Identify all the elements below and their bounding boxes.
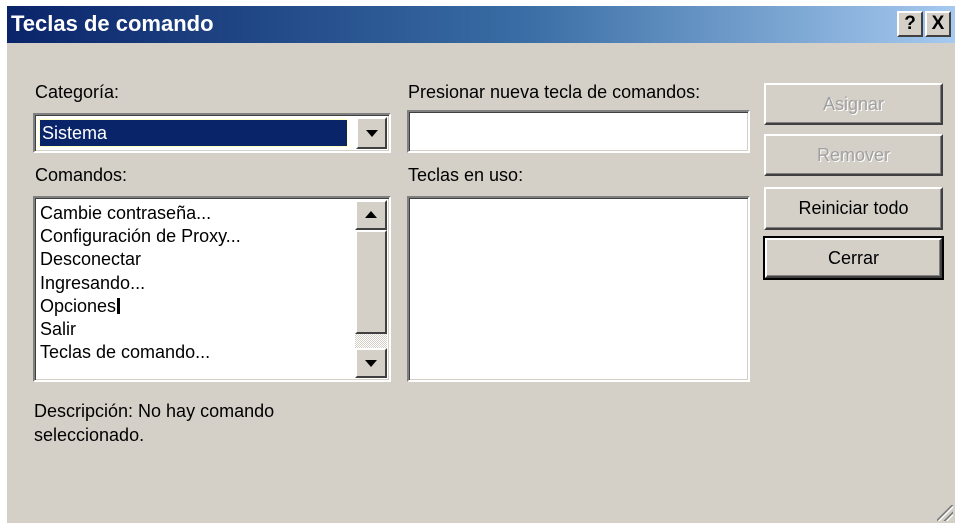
close-button[interactable]: Cerrar (763, 236, 944, 280)
commands-list[interactable]: Cambie contraseña... Configuración de Pr… (33, 196, 391, 382)
command-item-options[interactable]: Opciones (37, 295, 353, 318)
chevron-down-icon (365, 360, 377, 367)
keys-in-use-list[interactable] (407, 196, 750, 382)
window-title: Teclas de comando (11, 11, 214, 36)
close-window-button[interactable]: X (925, 11, 951, 37)
command-item-disconnect[interactable]: Desconectar (37, 248, 353, 271)
commands-scrollbar[interactable] (355, 200, 387, 378)
help-button[interactable]: ? (897, 11, 923, 37)
remove-button[interactable]: Remover (764, 134, 943, 176)
title-bar[interactable]: Teclas de comando ? X (7, 6, 955, 43)
text-cursor (117, 297, 121, 314)
command-item-exit[interactable]: Salir (37, 318, 353, 341)
commands-label: Comandos: (35, 165, 128, 185)
command-item-command-keys[interactable]: Teclas de comando... (37, 341, 353, 364)
command-item-logging-in[interactable]: Ingresando... (37, 272, 353, 295)
resize-grip[interactable] (937, 505, 953, 521)
command-item-options-label: Opciones (40, 295, 117, 316)
category-selected-value: Sistema (39, 119, 348, 147)
description-line-1: Descripción: No hay comando (34, 401, 275, 421)
scroll-up-button[interactable] (355, 200, 387, 230)
scroll-thumb[interactable] (355, 230, 387, 334)
category-label: Categoría: (35, 82, 120, 102)
assign-button[interactable]: Asignar (764, 83, 943, 125)
command-item-change-password[interactable]: Cambie contraseña... (37, 202, 353, 225)
chevron-up-icon (365, 211, 377, 218)
category-dropdown[interactable]: Sistema (33, 113, 391, 153)
scroll-down-button[interactable] (355, 348, 387, 378)
command-keys-dialog: Teclas de comando ? X Categoría: Sistema… (6, 6, 955, 523)
chevron-down-icon (365, 130, 378, 137)
description-line-2: seleccionado. (34, 425, 145, 445)
new-key-label: Presionar nueva tecla de comandos: (408, 82, 701, 102)
command-item-proxy-config[interactable]: Configuración de Proxy... (37, 225, 353, 248)
category-dropdown-button[interactable] (356, 117, 387, 149)
new-key-input[interactable] (407, 110, 750, 153)
commands-list-items: Cambie contraseña... Configuración de Pr… (37, 202, 353, 364)
keys-in-use-label: Teclas en uso: (408, 165, 524, 185)
reset-all-button[interactable]: Reiniciar todo (764, 187, 943, 230)
